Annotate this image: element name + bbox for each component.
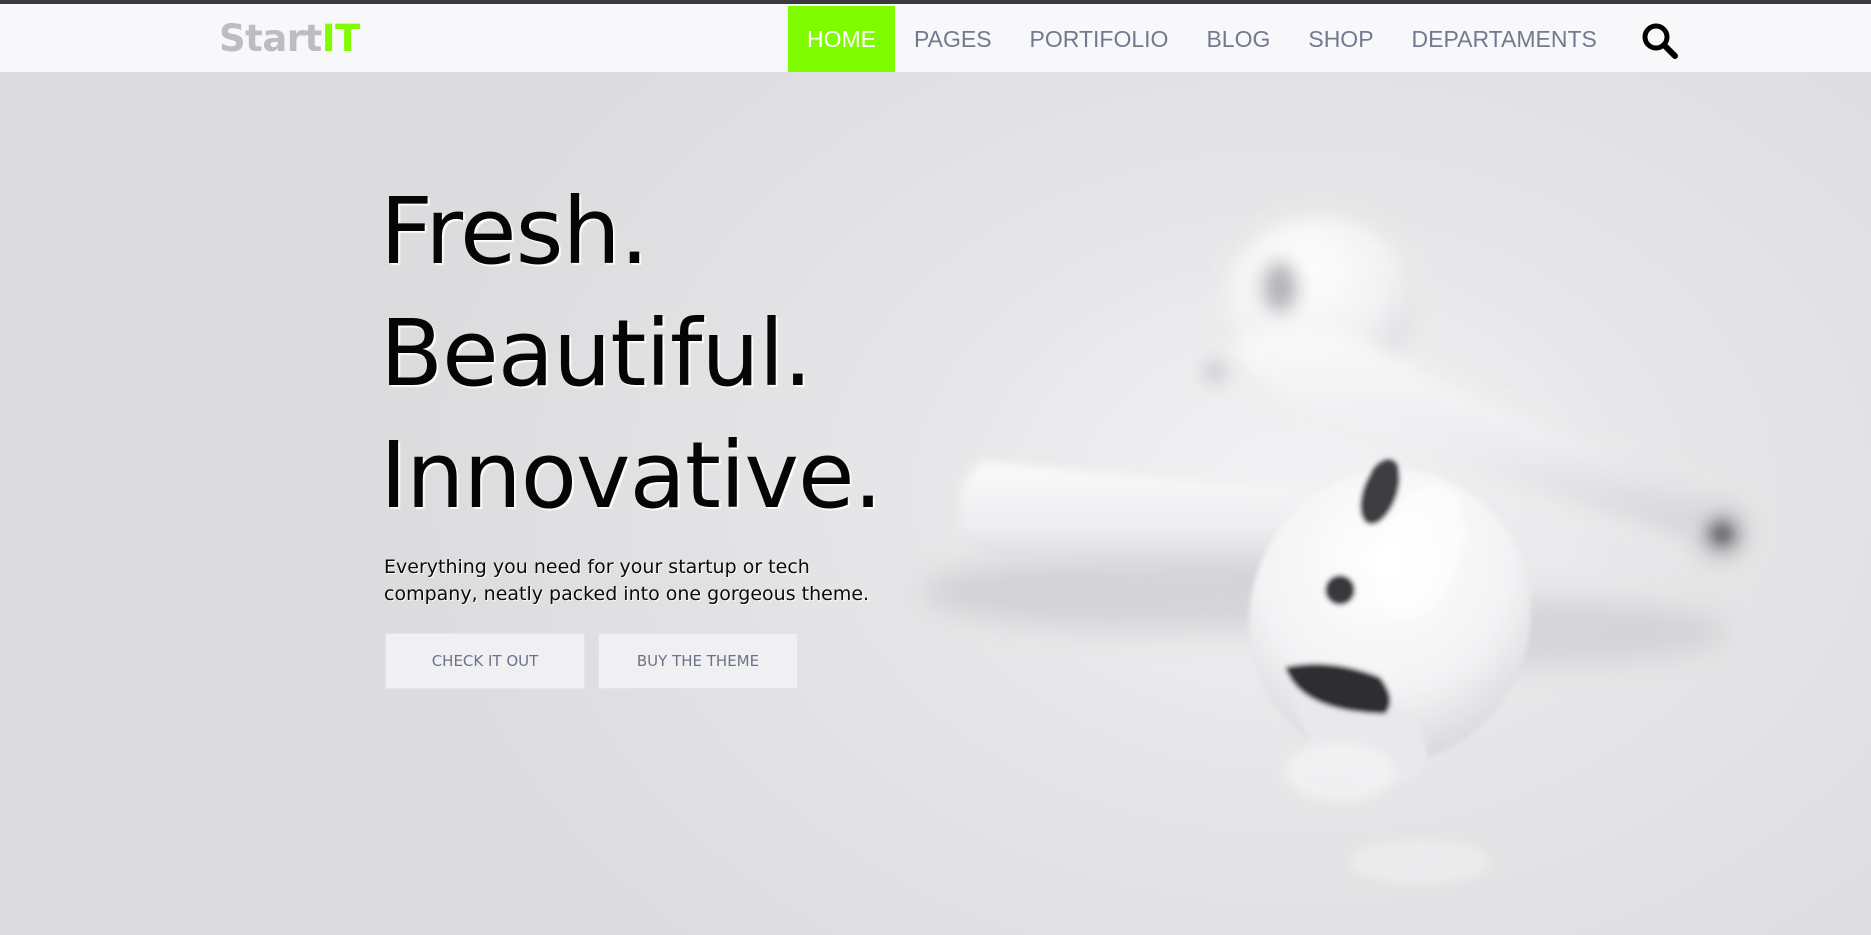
hero-subtitle-line-2: company, neatly packed into one gorgeous… [384, 583, 870, 605]
nav-item-departments[interactable]: DEPARTAMENTS [1393, 6, 1616, 72]
hero-headline-line-3: Innovative. [380, 422, 883, 529]
main-nav: HOME PAGES PORTIFOLIO BLOG SHOP DEPARTAM… [788, 6, 1616, 72]
earbuds-photo [920, 217, 1754, 884]
logo-text-start: Start [219, 17, 322, 60]
nav-item-pages[interactable]: PAGES [895, 6, 1011, 72]
logo-text-it: IT [321, 17, 361, 60]
hero-headline-line-1: Fresh. [380, 178, 649, 285]
nav-item-portfolio[interactable]: PORTIFOLIO [1011, 6, 1188, 72]
buy-the-theme-button[interactable]: BUY THE THEME [598, 633, 798, 689]
nav-item-shop[interactable]: SHOP [1289, 6, 1392, 72]
search-icon [1642, 23, 1678, 59]
nav-item-home[interactable]: HOME [788, 6, 895, 72]
hero-subtitle: Everything you need for your startup or … [384, 554, 904, 608]
hero-headline-line-2: Beautiful. [380, 300, 813, 407]
hero-section: Fresh. Beautiful. Innovative. Everything… [0, 72, 1871, 935]
hero-subtitle-line-1: Everything you need for your startup or … [384, 556, 810, 578]
search-button[interactable] [1639, 20, 1681, 62]
logo[interactable]: StartIT [219, 17, 360, 61]
nav-item-blog[interactable]: BLOG [1187, 6, 1289, 72]
check-it-out-button[interactable]: CHECK IT OUT [385, 633, 585, 689]
landing-page: StartIT HOME PAGES PORTIFOLIO BLOG SHOP … [0, 0, 1871, 935]
navbar: StartIT HOME PAGES PORTIFOLIO BLOG SHOP … [0, 4, 1871, 72]
